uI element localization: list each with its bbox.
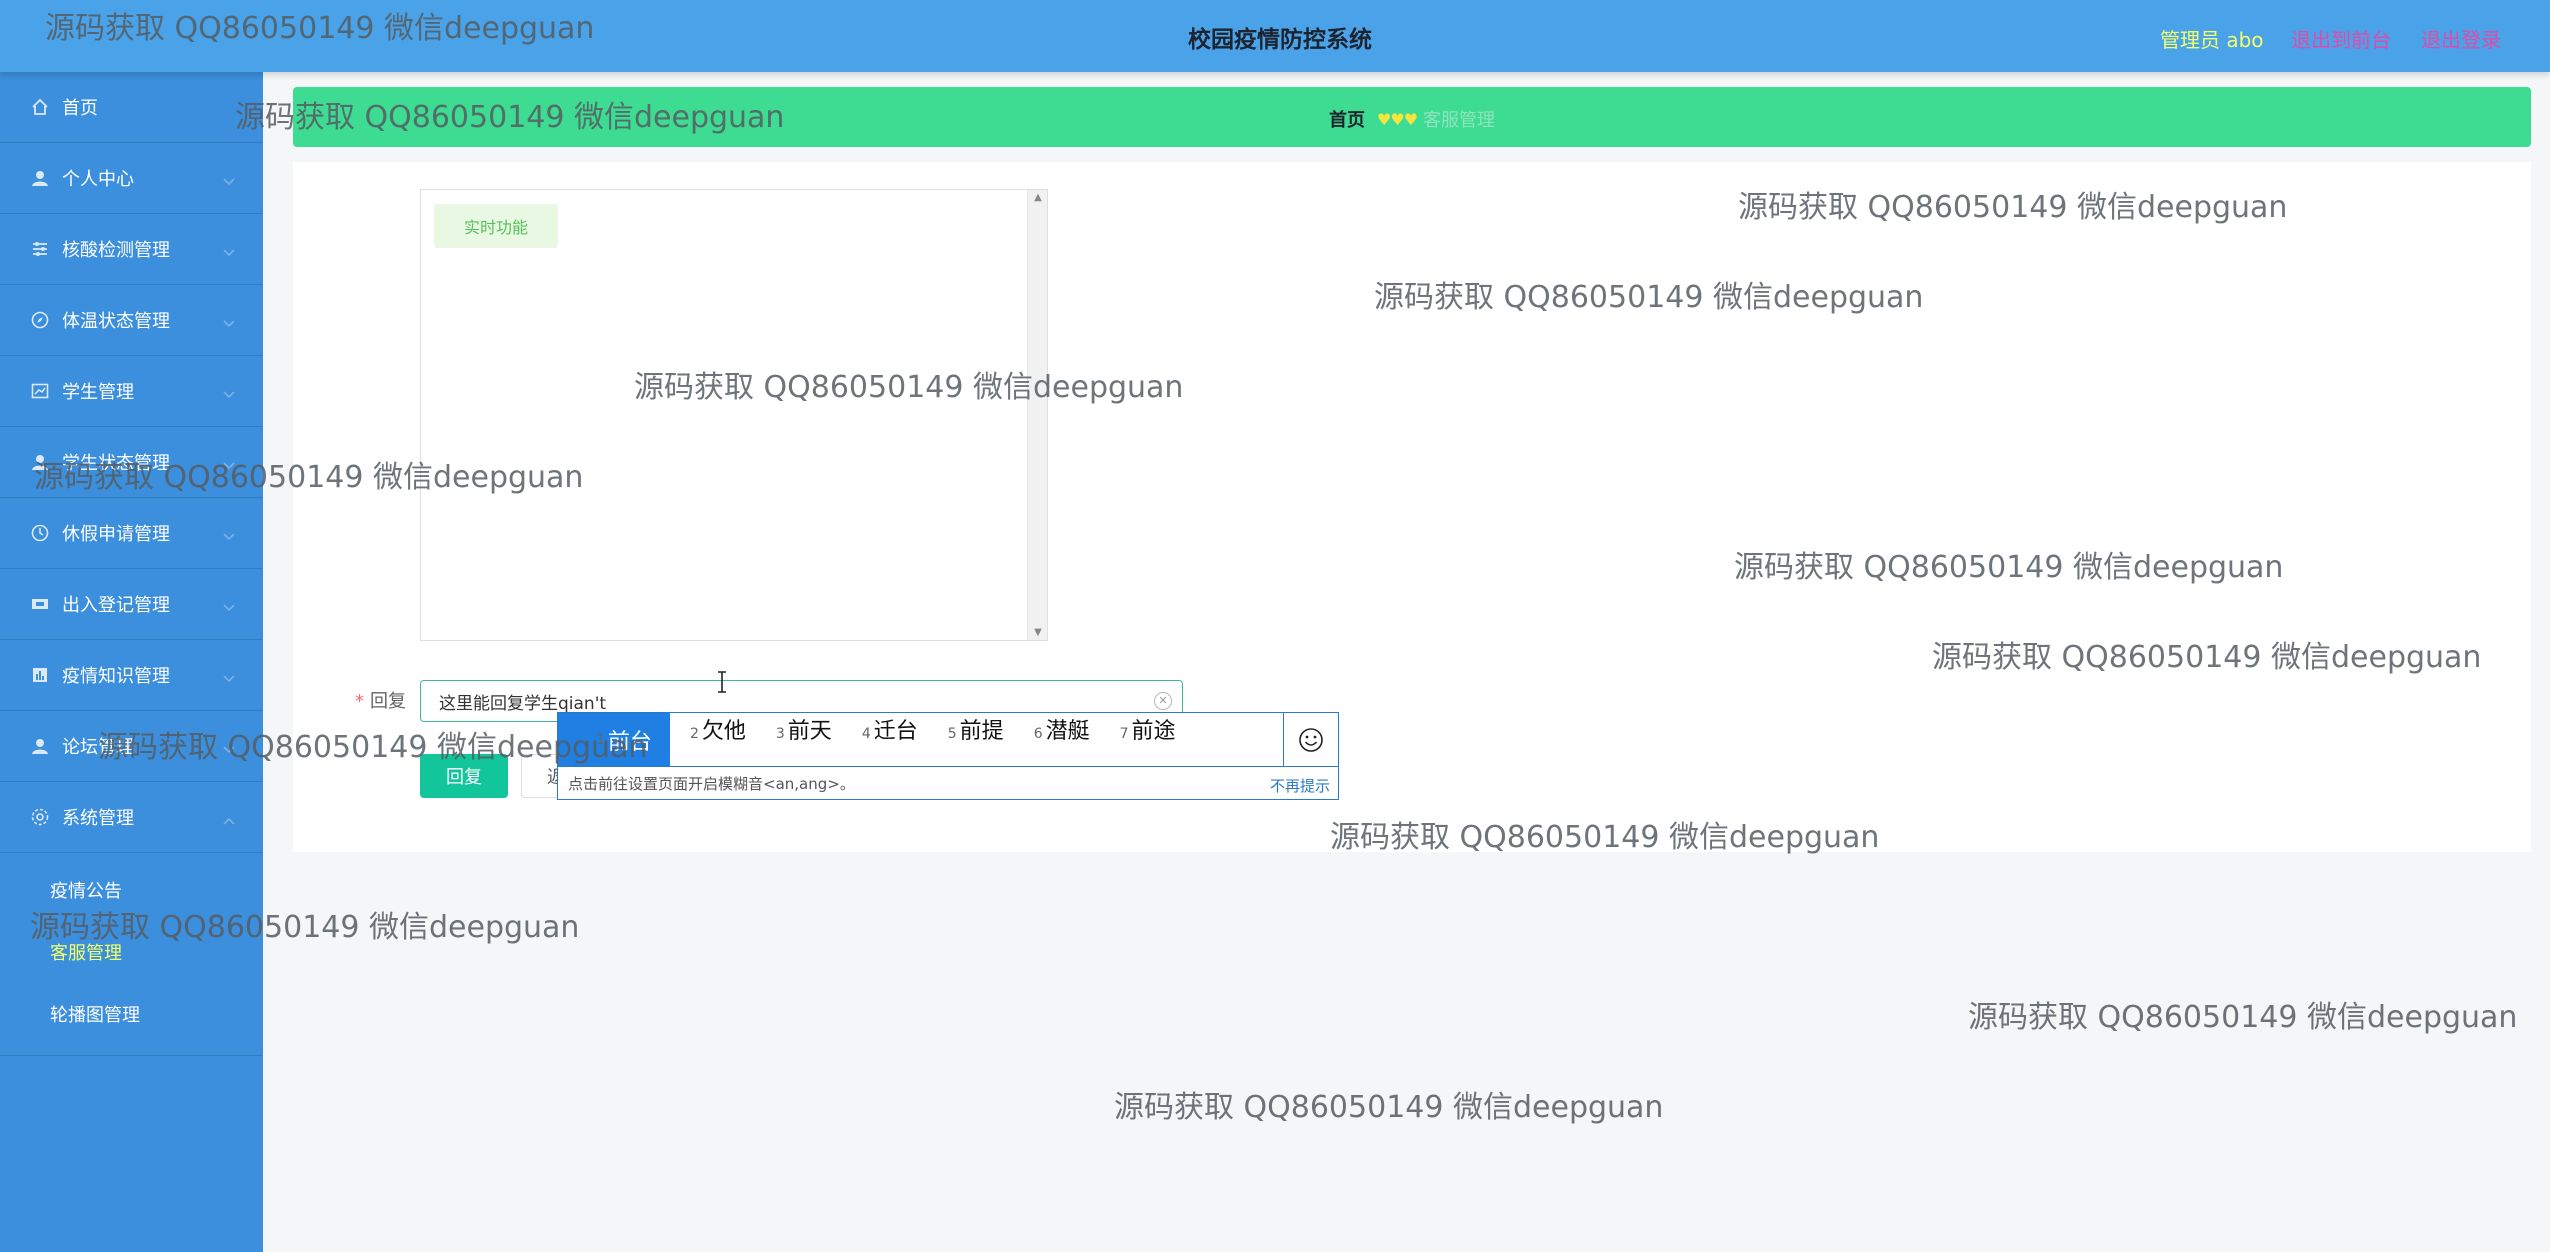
scroll-down-icon[interactable]: ▼ [1028,627,1048,638]
sidebar-item-label: 学生状态管理 [62,453,170,474]
ime-candidate[interactable]: 2 欠他 [670,713,756,766]
watermark: 源码获取 QQ86050149 微信deepguan [1968,1000,2518,1035]
ime-candidate[interactable]: 4 迁台 [842,713,928,766]
sidebar-item-label: 学生管理 [62,382,134,403]
ticket-icon [30,594,50,614]
logout-link[interactable]: 退出登录 [2421,24,2501,53]
top-header: 校园疫情防控系统 管理员 abo 退出到前台 退出登录 [0,0,2550,72]
sidebar-item-leave-request[interactable]: 休假申请管理 [0,498,263,569]
ime-candidate-row: 1 前台 2 欠他 3 前天 4 迁台 5 前提 6 潜艇 7 前途 [558,713,1283,766]
breadcrumb-bar: 首页 ♥♥♥ 客服管理 [293,87,2531,147]
breadcrumb-current: 客服管理 [1423,110,1496,131]
ime-candidate-number: 5 [947,726,957,742]
ime-candidate-text: 潜艇 [1045,719,1090,744]
ime-candidate[interactable]: 5 前提 [928,713,1014,766]
system-submenu: 疫情公告 客服管理 轮播图管理 [0,853,263,1056]
reply-input-value: 这里能回复学生qian't [439,693,607,714]
gear-icon [30,807,50,827]
ime-candidate-number: 4 [861,726,871,742]
sidebar-item-forum[interactable]: 论坛管理 [0,711,263,782]
exit-to-front-link[interactable]: 退出到前台 [2291,24,2391,53]
chart-icon [30,381,50,401]
ime-dismiss-link[interactable]: 不再提示 [1270,775,1330,796]
submenu-item-epidemic-notice[interactable]: 疫情公告 [0,859,263,921]
chevron-up-icon [223,810,235,829]
sidebar-item-home[interactable]: 首页 [0,72,263,143]
sidebar-item-label: 疫情知识管理 [62,666,170,687]
ime-candidate-popup: 1 前台 2 欠他 3 前天 4 迁台 5 前提 6 潜艇 7 前途 点击前往设置页面开启模糊… [557,712,1339,800]
sidebar-item-personal-center[interactable]: 个人中心 [0,143,263,214]
chevron-down-icon [223,384,235,403]
ime-candidate-text: 迁台 [873,719,918,744]
chat-scrollbar[interactable]: ▲ ▼ [1027,190,1047,640]
sidebar-item-label: 首页 [62,98,98,119]
sidebar-item-system[interactable]: 系统管理 [0,782,263,853]
sidebar-item-label: 系统管理 [62,808,134,829]
reply-button[interactable]: 回复 [420,754,508,798]
sidebar-item-label: 论坛管理 [62,737,134,758]
chevron-down-icon [223,455,235,474]
scroll-up-icon[interactable]: ▲ [1028,192,1048,203]
sidebar-item-knowledge[interactable]: 疫情知识管理 [0,640,263,711]
sidebar-item-label: 休假申请管理 [62,524,170,545]
sidebar-item-entry-exit[interactable]: 出入登记管理 [0,569,263,640]
ime-candidate-number: 3 [775,726,785,742]
sidebar-item-temperature[interactable]: 体温状态管理 [0,285,263,356]
ime-candidate-number: 6 [1033,726,1043,742]
chevron-down-icon [223,668,235,687]
sliders-icon [30,239,50,259]
home-icon [30,97,50,117]
chevron-down-icon [223,597,235,616]
ime-tip: 点击前往设置页面开启模糊音<an,ang>。 不再提示 [558,766,1338,799]
ime-candidate[interactable]: 3 前天 [756,713,842,766]
sidebar-item-label: 个人中心 [62,169,134,190]
chevron-down-icon [223,313,235,332]
sidebar-item-students[interactable]: 学生管理 [0,356,263,427]
compass-icon [30,310,50,330]
ime-candidate-text: 前台 [607,729,652,755]
breadcrumb: 首页 ♥♥♥ 客服管理 [1329,106,1495,132]
chevron-down-icon [223,171,235,190]
ime-candidate-text: 欠他 [701,719,746,744]
submenu-item-customer-service[interactable]: 客服管理 [0,921,263,983]
chevron-down-icon [223,739,235,758]
ime-tip-text: 点击前往设置页面开启模糊音<an,ang>。 [568,774,855,793]
sidebar: 首页 个人中心 核酸检测管理 体温状态管理 学生管理 学生状态管理 休假申请管理… [0,72,263,1252]
ime-candidate-text: 前途 [1131,719,1176,744]
watermark: 源码获取 QQ86050149 微信deepguan [1114,1090,1664,1125]
admin-username: 管理员 abo [2160,28,2264,52]
sidebar-item-label: 出入登记管理 [62,595,170,616]
bar-chart-icon [30,665,50,685]
sidebar-item-label: 核酸检测管理 [62,240,170,261]
ime-candidate-number: 7 [1119,726,1129,742]
submenu-item-carousel[interactable]: 轮播图管理 [0,983,263,1045]
user-icon [30,168,50,188]
reply-label: * 回复 [355,691,406,712]
ime-candidate[interactable]: 6 潜艇 [1014,713,1100,766]
chevron-down-icon [223,526,235,545]
chat-tag: 实时功能 [434,204,558,248]
sidebar-item-student-status[interactable]: 学生状态管理 [0,427,263,498]
ime-candidate[interactable]: 7 前途 [1100,713,1186,766]
ime-candidate-text: 前天 [787,719,832,744]
ime-candidate-number: 1 [596,731,605,748]
sidebar-item-label: 体温状态管理 [62,311,170,332]
breadcrumb-home[interactable]: 首页 [1329,106,1365,132]
reply-label-text: 回复 [370,691,406,712]
users-icon [30,452,50,472]
chat-box[interactable]: 实时功能 ▲ ▼ [420,189,1048,641]
text-cursor-icon [718,671,726,693]
user-icon [30,736,50,756]
chevron-down-icon [223,242,235,261]
ime-candidate[interactable]: 1 前台 [558,713,670,766]
ime-candidate-number: 2 [689,726,699,742]
ime-candidate-text: 前提 [959,719,1004,744]
heart-icon: ♥♥♥ [1377,109,1418,129]
sidebar-item-nucleic-test[interactable]: 核酸检测管理 [0,214,263,285]
clock-icon [30,523,50,543]
emoji-icon[interactable] [1283,713,1338,766]
clear-icon[interactable]: ✕ [1154,692,1172,710]
